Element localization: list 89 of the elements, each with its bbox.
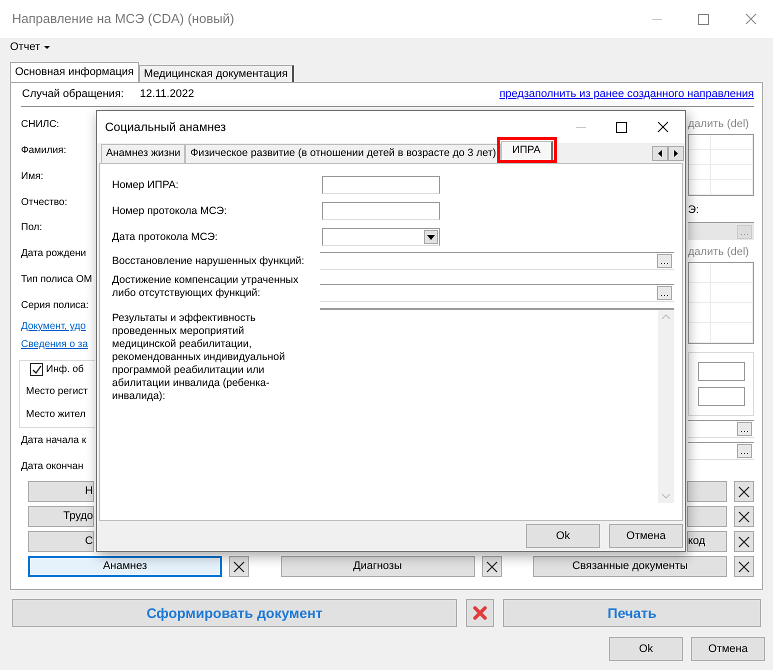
close-icon xyxy=(233,560,245,572)
checkbox[interactable] xyxy=(30,363,43,376)
section-button[interactable]: Связанные документы xyxy=(533,556,727,577)
date-picker[interactable] xyxy=(322,228,440,246)
section-button[interactable] xyxy=(687,506,727,527)
input-field[interactable] xyxy=(322,176,440,194)
field-label: Дата окончан xyxy=(21,460,84,474)
scroll-right-button[interactable] xyxy=(668,146,684,161)
close-icon xyxy=(738,486,750,498)
scroll-down-icon xyxy=(662,494,670,499)
field-label: Случай обращения: xyxy=(22,87,124,102)
browse-button[interactable] xyxy=(657,254,672,268)
minimize-icon[interactable] xyxy=(576,126,586,128)
field-label: Дата протокола МСЭ: xyxy=(112,230,219,244)
field-label: Номер протокола МСЭ: xyxy=(112,204,228,218)
lookup-field[interactable] xyxy=(320,252,674,270)
close-icon xyxy=(738,510,750,522)
field-label: Результаты и эффективность проведенных мероприятий медицинской реабилитации, рекомендованных индивидуальной программой реабилитации или абилитации инвалида (ребенка-инвалида): xyxy=(112,312,286,404)
section-button[interactable]: Анамнез xyxy=(28,556,222,577)
delete-button[interactable] xyxy=(734,531,754,552)
delete-button[interactable] xyxy=(734,506,754,527)
scroll-up-icon xyxy=(662,314,670,319)
dialog-button[interactable]: Отмена xyxy=(609,524,683,548)
field-label: Место жител xyxy=(26,408,86,422)
delete-button[interactable] xyxy=(734,556,754,577)
caret-icon xyxy=(44,46,50,48)
dialog-button[interactable]: Ok xyxy=(526,524,600,548)
field-value: 12.11.2022 xyxy=(140,87,194,102)
minimize-icon[interactable] xyxy=(652,18,662,20)
field-label: Номер ИПРА: xyxy=(112,178,180,192)
delete-button[interactable] xyxy=(482,556,502,577)
field-label: Достижение компенсации утраченных либо отсутствующих функций: xyxy=(112,274,300,300)
section-button[interactable]: С xyxy=(28,531,94,552)
lookup-field[interactable] xyxy=(320,284,674,302)
window-title: Социальный анамнез xyxy=(105,119,226,136)
link[interactable]: предзаполнить из ранее созданного направления xyxy=(499,86,754,103)
browse-button[interactable] xyxy=(657,286,672,300)
tab[interactable]: Анамнез жизни xyxy=(101,144,186,163)
dialog-button[interactable]: Отмена xyxy=(691,637,765,661)
field-label: Имя: xyxy=(21,170,44,184)
tab[interactable]: Основная информация xyxy=(10,62,139,82)
tab[interactable]: Медицинская документация xyxy=(138,65,294,82)
close-icon xyxy=(486,560,498,572)
delete-button[interactable] xyxy=(734,481,754,502)
input-field[interactable] xyxy=(322,202,440,220)
field-label: Место регист xyxy=(26,384,88,399)
lookup-field[interactable] xyxy=(688,442,754,460)
check-icon xyxy=(32,364,42,375)
field-label: Э: xyxy=(688,202,699,218)
input-field[interactable] xyxy=(698,362,745,381)
window-title: Направление на МСЭ (CDA) (новый) xyxy=(12,10,234,28)
field-label: Тип полиса ОМ xyxy=(21,272,92,287)
section-button[interactable]: Диагнозы xyxy=(280,556,474,577)
close-icon[interactable] xyxy=(657,121,669,133)
link[interactable]: Сведения о за xyxy=(21,337,88,352)
field-label: Дата рождени xyxy=(21,247,86,262)
field-label: СНИЛС: xyxy=(21,118,60,132)
link[interactable]: Документ, удо xyxy=(21,319,86,334)
maximize-icon[interactable] xyxy=(616,122,627,132)
field-label: Дата начала к xyxy=(21,434,86,448)
checkbox-label: Инф. об xyxy=(46,363,84,378)
field-label: Серия полиса: xyxy=(21,298,89,312)
field-label: Восстановление нарушенных функций: xyxy=(112,254,306,268)
right-arrow-icon xyxy=(674,150,678,157)
delete-link[interactable]: далить (del) xyxy=(688,244,749,260)
table-grid xyxy=(688,134,754,196)
delete-icon xyxy=(472,605,488,621)
field-label: Пол: xyxy=(21,221,42,236)
scroll-left-button[interactable] xyxy=(652,146,668,161)
section-button[interactable]: код xyxy=(687,531,727,552)
tab[interactable]: Физическое развитие (в отношении детей в возрасте до 3 лет) xyxy=(185,144,502,163)
delete-link[interactable]: далить (del) xyxy=(688,116,749,132)
tab[interactable]: ИПРА xyxy=(501,141,553,160)
browse-button[interactable] xyxy=(737,422,752,436)
left-arrow-icon xyxy=(658,150,662,157)
field-label: Фамилия: xyxy=(21,144,66,158)
close-icon xyxy=(738,536,750,548)
dialog-button[interactable]: Ok xyxy=(609,637,683,661)
input-field[interactable] xyxy=(698,387,745,406)
section-button[interactable]: Трудо xyxy=(28,506,94,527)
section-button[interactable]: Н xyxy=(28,481,94,502)
field-label: Отчество: xyxy=(21,196,68,210)
menu-item[interactable]: Отчет xyxy=(8,38,52,56)
delete-button[interactable] xyxy=(229,556,249,577)
browse-button[interactable] xyxy=(737,444,752,458)
lookup-field[interactable] xyxy=(688,420,754,438)
section-button[interactable] xyxy=(687,481,727,502)
close-icon xyxy=(738,560,750,572)
dropdown-arrow-icon xyxy=(427,234,435,240)
